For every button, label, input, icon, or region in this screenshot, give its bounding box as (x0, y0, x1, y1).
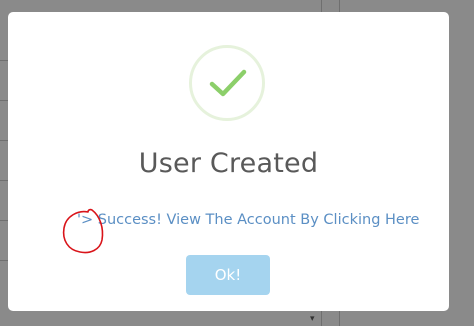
background-grid-line (0, 100, 8, 101)
background-grid-line (0, 180, 8, 181)
success-dialog: User Created '> Success! View The Accoun… (8, 12, 449, 311)
ok-button[interactable]: Ok! (186, 255, 270, 295)
background-scroll-arrow-icon: ▾ (310, 314, 315, 324)
dialog-title: User Created (138, 148, 319, 179)
success-icon-ring (189, 45, 265, 121)
background-grid-line (0, 60, 8, 61)
checkmark-icon (209, 69, 247, 97)
background-grid-line (0, 140, 8, 141)
red-circle-annotation (62, 208, 104, 254)
view-account-link[interactable]: '> Success! View The Account By Clicking… (77, 212, 419, 228)
background-grid-line (0, 260, 8, 261)
background-grid-line (0, 220, 8, 221)
